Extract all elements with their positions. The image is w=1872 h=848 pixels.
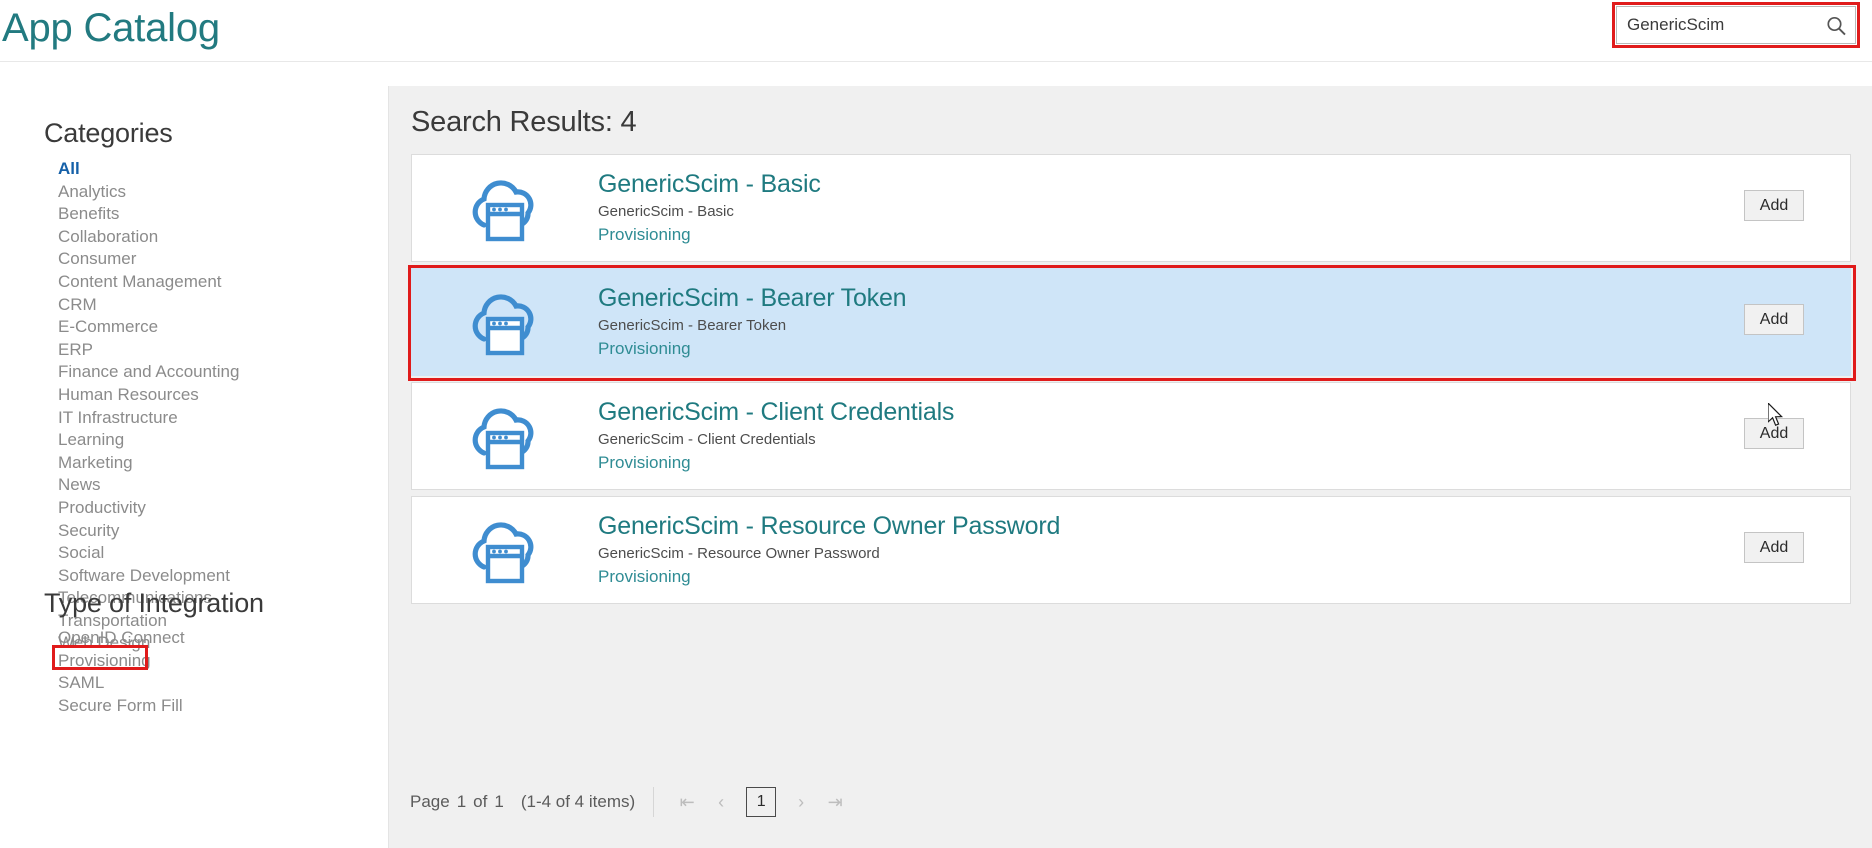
- category-item-marketing[interactable]: Marketing: [34, 452, 239, 475]
- result-card-body: GenericScim - Client Credentials GenericS…: [598, 397, 954, 474]
- categories-heading: Categories: [44, 118, 173, 148]
- previous-page-icon[interactable]: ‹: [706, 787, 736, 817]
- page-label: Page: [410, 792, 450, 811]
- results-list: GenericScim - Basic GenericScim - Basic Pr…: [408, 154, 1856, 610]
- search-input[interactable]: [1625, 7, 1815, 43]
- category-item-finance-and-accounting[interactable]: Finance and Accounting: [34, 361, 239, 384]
- result-card-integration-type[interactable]: Provisioning: [598, 338, 906, 360]
- cloud-app-icon: [464, 401, 540, 473]
- result-card[interactable]: GenericScim - Basic GenericScim - Basic Pr…: [411, 154, 1851, 262]
- integration-type-item-openid-connect[interactable]: OpenID Connect: [34, 627, 185, 650]
- category-item-productivity[interactable]: Productivity: [34, 497, 239, 520]
- first-page-icon[interactable]: ⇤: [672, 787, 702, 817]
- pagination-divider: [653, 787, 655, 817]
- category-item-learning[interactable]: Learning: [34, 429, 239, 452]
- result-card-description: GenericScim - Client Credentials: [598, 431, 816, 448]
- pagination-bar: Page 1 of 1 (1-4 of 4 items) ⇤ ‹ 1 › ⇥: [410, 782, 850, 822]
- search-area: [1612, 2, 1860, 48]
- result-card-integration-type[interactable]: Provisioning: [598, 452, 954, 474]
- integration-type-item-saml[interactable]: SAML: [34, 672, 185, 695]
- cloud-app-icon: [464, 173, 540, 245]
- sidebar: Categories All Analytics Benefits Collabora…: [0, 62, 388, 848]
- search-box[interactable]: [1616, 6, 1856, 44]
- add-button[interactable]: Add: [1744, 304, 1804, 335]
- category-item-benefits[interactable]: Benefits: [34, 203, 239, 226]
- category-item-consumer[interactable]: Consumer: [34, 248, 239, 271]
- result-card-body: GenericScim - Basic GenericScim - Basic Pr…: [598, 169, 821, 246]
- result-card[interactable]: GenericScim - Bearer Token GenericScim - …: [408, 265, 1856, 381]
- result-card-description: GenericScim - Resource Owner Password: [598, 545, 880, 562]
- add-button[interactable]: Add: [1744, 532, 1804, 563]
- of-label: of: [473, 792, 488, 811]
- result-card-title[interactable]: GenericScim - Resource Owner Password: [598, 511, 1060, 541]
- result-card-description: GenericScim - Bearer Token: [598, 317, 787, 334]
- result-card[interactable]: GenericScim - Resource Owner Password Gen…: [411, 496, 1851, 604]
- page-button-1[interactable]: 1: [746, 787, 777, 817]
- page-count: 1: [494, 792, 504, 811]
- app-catalog-page: App Catalog Categories AllAnalyticsBenef…: [0, 0, 1872, 848]
- result-card-title[interactable]: GenericScim - Bearer Token: [598, 283, 907, 313]
- add-button[interactable]: Add: [1744, 418, 1804, 449]
- category-item-analytics[interactable]: Analytics: [34, 181, 239, 204]
- search-icon[interactable]: [1825, 15, 1847, 37]
- category-item-content-management[interactable]: Content Management: [34, 271, 239, 294]
- category-item-human-resources[interactable]: Human Resources: [34, 384, 239, 407]
- category-item-all[interactable]: All: [34, 158, 239, 181]
- result-card-body: GenericScim - Resource Owner Password Gen…: [598, 511, 1060, 588]
- category-item-social[interactable]: Social: [34, 542, 239, 565]
- integration-type-item-provisioning[interactable]: Provisioning: [34, 650, 185, 673]
- pagination-controls: ⇤ ‹ 1 › ⇥: [672, 787, 850, 817]
- page-number: 1: [456, 792, 467, 811]
- category-item-e-commerce[interactable]: E-Commerce: [34, 316, 239, 339]
- result-card-title[interactable]: GenericScim - Basic: [598, 169, 821, 199]
- type-of-integration-list: OpenID Connect Provisioning SAML Secure For…: [34, 627, 185, 717]
- result-card-integration-type[interactable]: Provisioning: [598, 224, 821, 246]
- next-page-icon[interactable]: ›: [786, 787, 816, 817]
- items-summary: (1-4 of 4 items): [520, 792, 636, 811]
- category-item-it-infrastructure[interactable]: IT Infrastructure: [34, 407, 239, 430]
- category-item-erp[interactable]: ERP: [34, 339, 239, 362]
- last-page-icon[interactable]: ⇥: [820, 787, 850, 817]
- pagination-summary: Page 1 of 1 (1-4 of 4 items): [410, 792, 635, 812]
- category-item-security[interactable]: Security: [34, 520, 239, 543]
- result-card-title[interactable]: GenericScim - Client Credentials: [598, 397, 954, 427]
- add-button[interactable]: Add: [1744, 190, 1804, 221]
- cloud-app-icon: [464, 515, 540, 587]
- results-heading: Search Results: 4: [411, 106, 637, 138]
- category-item-crm[interactable]: CRM: [34, 294, 239, 317]
- category-item-news[interactable]: News: [34, 474, 239, 497]
- type-of-integration-heading: Type of Integration: [44, 588, 264, 618]
- category-item-software-development[interactable]: Software Development: [34, 565, 239, 588]
- category-item-collaboration[interactable]: Collaboration: [34, 226, 239, 249]
- result-card-integration-type[interactable]: Provisioning: [598, 566, 1060, 588]
- page-title: App Catalog: [2, 6, 220, 50]
- page-header: App Catalog: [0, 0, 1872, 62]
- result-card-description: GenericScim - Basic: [598, 203, 734, 220]
- results-panel: Search Results: 4 GenericScim - Basic Gen…: [388, 86, 1872, 848]
- cloud-app-icon: [464, 287, 540, 359]
- result-card-body: GenericScim - Bearer Token GenericScim - …: [598, 283, 907, 360]
- categories-list: All Analytics Benefits Collaboration Consume…: [34, 158, 239, 655]
- result-card[interactable]: GenericScim - Client Credentials GenericS…: [411, 382, 1851, 490]
- integration-type-item-secure-form-fill[interactable]: Secure Form Fill: [34, 695, 185, 718]
